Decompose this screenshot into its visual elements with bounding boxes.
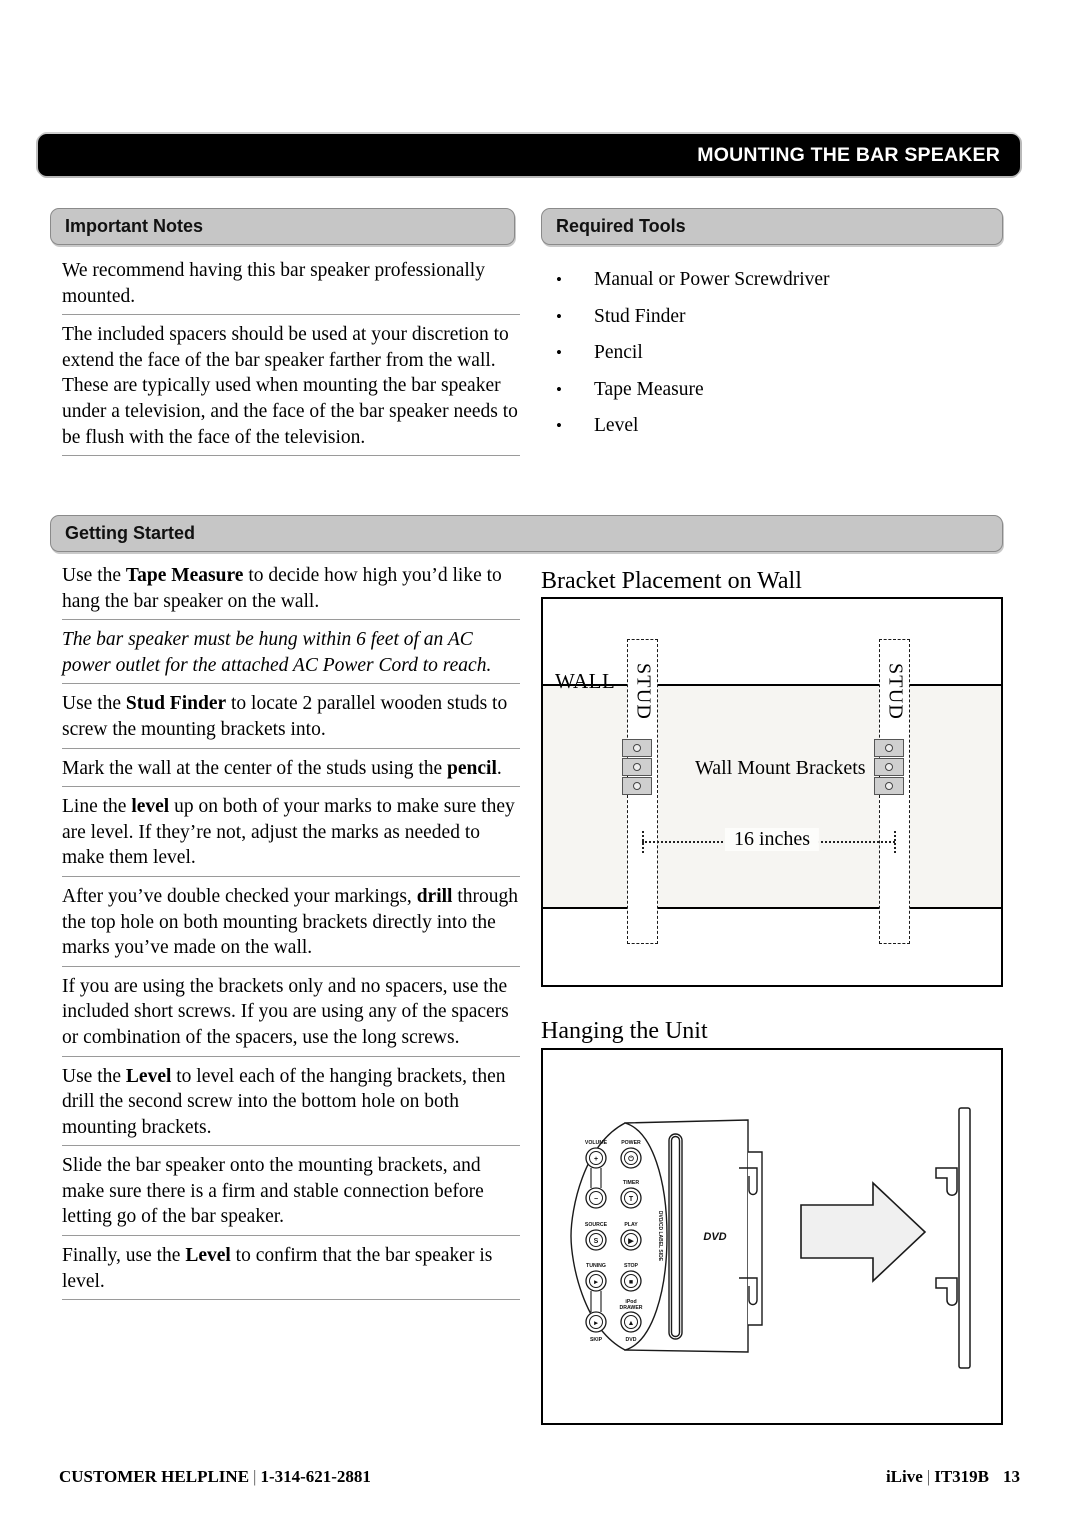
getting-started-step: Mark the wall at the center of the studs… [62,756,520,788]
important-note-paragraph: The included spacers should be used at y… [62,322,520,457]
required-tool-item: Tape Measure [546,372,996,409]
svg-text:DRAWER: DRAWER [619,1305,642,1311]
figure-bracket-placement: WALL STUD STUD Wall Mount Brackets 16 in… [541,597,1003,987]
dimension-tick-left [642,831,646,853]
important-note-paragraph: We recommend having this bar speaker pro… [62,258,520,316]
svg-text:VOLUME: VOLUME [585,1140,608,1146]
footer-separator-2: | [926,1467,931,1486]
svg-text:▶: ▶ [627,1238,634,1245]
svg-text:▸: ▸ [593,1320,598,1327]
page-header-band: MOUNTING THE BAR SPEAKER [38,134,1020,176]
svg-text:SKIP: SKIP [590,1337,603,1343]
wall-band [543,684,1001,909]
bracket-plate [874,739,904,757]
screw-hole-icon [885,782,893,790]
dimension-label: 16 inches [724,828,820,851]
dimension-tick-right [894,831,898,853]
svg-text:⏻: ⏻ [628,1155,634,1163]
screw-hole-icon [633,782,641,790]
disc-side-label: DVD/CD LABEL SIDE [657,1211,663,1262]
figure-title-hanging-unit: Hanging the Unit [541,1018,708,1044]
required-tool-item: Pencil [546,335,996,372]
figure-title-bracket-placement: Bracket Placement on Wall [541,568,802,594]
getting-started-step: After you’ve double checked your marking… [62,884,520,967]
svg-text:DVD: DVD [626,1337,637,1343]
section-title-required-tools: Required Tools [556,216,686,236]
wall-mount-bracket-right [874,739,904,796]
required-tool-item: Stud Finder [546,299,996,336]
wall-mount-brackets-label: Wall Mount Brackets [695,757,866,779]
section-header-important-notes: Important Notes [50,208,515,245]
screw-hole-icon [885,744,893,752]
getting-started-step: The bar speaker must be hung within 6 fe… [62,627,520,685]
svg-text:TUNING: TUNING [586,1263,606,1269]
getting-started-step: Line the level up on both of your marks … [62,794,520,877]
svg-text:−: − [594,1196,598,1203]
direction-arrow-icon [800,1181,927,1283]
getting-started-step: Use the Tape Measure to decide how high … [62,563,520,621]
screw-hole-icon [633,744,641,752]
svg-text:SOURCE: SOURCE [585,1222,608,1228]
svg-text:▸: ▸ [593,1279,598,1286]
important-notes-body: We recommend having this bar speaker pro… [62,258,520,463]
screw-hole-icon [633,763,641,771]
svg-text:PLAY: PLAY [624,1222,638,1228]
footer-model: IT319B [934,1467,989,1486]
section-title-getting-started: Getting Started [65,523,196,543]
dvd-wordmark: DVD [703,1231,726,1243]
bracket-plate [874,777,904,795]
bracket-plate [874,758,904,776]
stud-left-label: STUD [632,662,654,721]
section-header-getting-started: Getting Started [50,515,1003,552]
svg-text:STOP: STOP [624,1263,639,1269]
required-tools-list: Manual or Power ScrewdriverStud FinderPe… [546,262,996,445]
svg-text:S: S [594,1238,599,1245]
bracket-plate [622,777,652,795]
svg-text:POWER: POWER [621,1140,641,1146]
figure-hanging-unit: VOLUME POWER TIMER SOURCE PLAY TUNING ST… [541,1048,1003,1425]
footer-page-number: 13 [1003,1467,1020,1486]
svg-text:T: T [629,1196,634,1203]
footer-helpline: CUSTOMER HELPLINE | 1-314-621-2881 [59,1467,371,1487]
svg-text:+: + [594,1156,598,1163]
section-header-required-tools: Required Tools [541,208,1003,245]
stud-right-label: STUD [884,662,906,721]
hanging-unit-illustration: VOLUME POWER TIMER SOURCE PLAY TUNING ST… [570,1107,971,1369]
footer-model-info: iLive | IT319B 13 [886,1467,1020,1487]
footer-separator: | [253,1467,257,1486]
svg-text:▲: ▲ [628,1320,635,1327]
wall-label: WALL [555,669,616,693]
getting-started-step: Use the Level to level each of the hangi… [62,1064,520,1147]
getting-started-step: Finally, use the Level to confirm that t… [62,1243,520,1301]
footer-brand: iLive [885,1467,923,1486]
screw-hole-icon [885,763,893,771]
bracket-plate [622,758,652,776]
getting-started-step: Use the Stud Finder to locate 2 parallel… [62,691,520,749]
page-footer: CUSTOMER HELPLINE | 1-314-621-2881 iLive | I… [0,1467,1080,1497]
section-title-important-notes: Important Notes [65,216,204,236]
svg-text:TIMER: TIMER [623,1180,639,1186]
getting-started-step: If you are using the brackets only and n… [62,974,520,1057]
page-title: MOUNTING THE BAR SPEAKER [697,143,1000,166]
footer-helpline-label: CUSTOMER HELPLINE [59,1467,250,1486]
getting-started-step: Slide the bar speaker onto the mounting … [62,1153,520,1237]
wall-mount-bracket-left [622,739,652,796]
required-tool-item: Level [546,408,996,445]
bracket-plate [622,739,652,757]
svg-text:■: ■ [629,1279,633,1286]
required-tool-item: Manual or Power Screwdriver [546,262,996,299]
footer-phone: 1-314-621-2881 [260,1467,371,1486]
getting-started-body: Use the Tape Measure to decide how high … [62,563,520,1307]
